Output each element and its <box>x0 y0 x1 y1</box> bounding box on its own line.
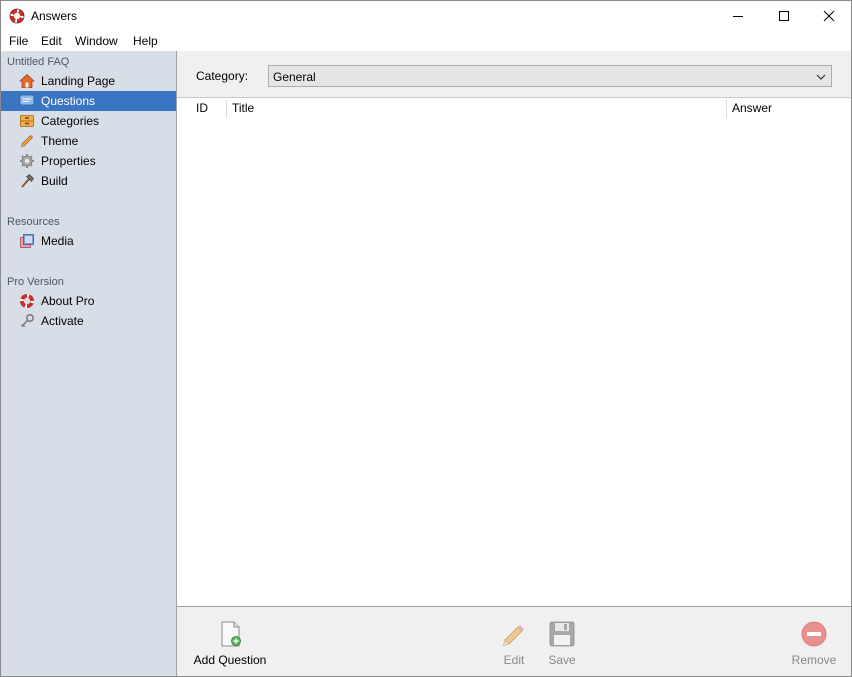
house-icon <box>19 74 35 88</box>
questions-table[interactable]: ID Title Answer <box>177 97 851 607</box>
hammer-icon <box>21 174 34 188</box>
add-question-label: Add Question <box>193 653 267 667</box>
sidebar-item-label: Landing Page <box>41 74 116 88</box>
gear-icon <box>20 154 34 168</box>
maximize-icon <box>779 11 789 21</box>
drawer-icon <box>20 115 34 127</box>
sidebar-item-label: Questions <box>41 94 96 108</box>
app-window: Answers File Edit Window Help Untitled F… <box>0 0 852 677</box>
floppy-disk-icon <box>549 621 575 647</box>
maximize-button[interactable] <box>761 1 807 31</box>
sidebar-item-build[interactable]: Build <box>1 171 176 191</box>
column-header-answer[interactable]: Answer <box>732 98 772 118</box>
column-divider[interactable] <box>226 100 227 118</box>
sidebar-item-questions[interactable]: Questions <box>1 91 176 111</box>
sidebar-item-theme[interactable]: Theme <box>1 131 176 151</box>
column-header-title[interactable]: Title <box>232 98 254 118</box>
sidebar-item-label: Media <box>41 234 74 248</box>
chevron-down-icon <box>816 74 826 80</box>
minimize-button[interactable] <box>715 1 761 31</box>
media-icon <box>20 234 34 248</box>
sidebar-item-label: Build <box>41 174 68 188</box>
category-label: Category: <box>196 69 249 83</box>
sidebar: Untitled FAQ Landing Page Questions Cate… <box>1 51 177 676</box>
section-label-resources: Resources <box>7 216 60 228</box>
close-button[interactable] <box>806 1 852 31</box>
column-header-id[interactable]: ID <box>196 98 208 118</box>
sidebar-item-properties[interactable]: Properties <box>1 151 176 171</box>
lifebuoy-icon <box>20 294 34 308</box>
title-bar[interactable]: Answers <box>1 1 851 31</box>
edit-button[interactable]: Edit <box>499 619 529 667</box>
main-panel: Category: General ID Title Answer Add Qu… <box>177 51 851 676</box>
lifebuoy-icon <box>9 8 25 24</box>
section-label-pro: Pro Version <box>7 276 64 288</box>
key-icon <box>20 313 35 328</box>
column-divider[interactable] <box>726 100 727 118</box>
sidebar-item-label: Properties <box>41 154 96 168</box>
remove-icon <box>801 621 827 647</box>
window-title: Answers <box>31 9 78 23</box>
sidebar-item-categories[interactable]: Categories <box>1 111 176 131</box>
menu-bar: File Edit Window Help <box>1 31 851 51</box>
sidebar-item-activate[interactable]: Activate <box>1 311 176 331</box>
sidebar-item-landing-page[interactable]: Landing Page <box>1 71 176 91</box>
sidebar-item-label: Categories <box>41 114 100 128</box>
menu-help[interactable]: Help <box>133 34 158 48</box>
edit-label: Edit <box>503 653 525 667</box>
remove-label: Remove <box>791 653 837 667</box>
sidebar-item-label: Activate <box>41 314 84 328</box>
pencil-icon <box>503 625 524 646</box>
sidebar-item-about-pro[interactable]: About Pro <box>1 291 176 311</box>
save-button[interactable]: Save <box>547 619 577 667</box>
remove-button[interactable]: Remove <box>791 619 837 667</box>
category-select[interactable]: General <box>268 65 832 87</box>
sidebar-item-label: Theme <box>41 134 79 148</box>
speech-bubble-icon <box>19 94 35 109</box>
sidebar-item-media[interactable]: Media <box>1 231 176 251</box>
minimize-icon <box>733 16 743 17</box>
menu-file[interactable]: File <box>9 34 28 48</box>
menu-window[interactable]: Window <box>75 34 118 48</box>
menu-edit[interactable]: Edit <box>41 34 62 48</box>
add-question-button[interactable]: Add Question <box>193 619 267 667</box>
save-label: Save <box>548 653 576 667</box>
pencil-icon <box>20 134 34 148</box>
category-selected-value: General <box>273 70 316 84</box>
section-label-project: Untitled FAQ <box>7 56 70 68</box>
close-icon <box>823 10 835 22</box>
category-row: Category: General <box>177 51 851 97</box>
bottom-toolbar: Add Question Edit Save Remove <box>177 607 851 676</box>
add-document-icon <box>221 621 241 647</box>
sidebar-item-label: About Pro <box>41 294 95 308</box>
